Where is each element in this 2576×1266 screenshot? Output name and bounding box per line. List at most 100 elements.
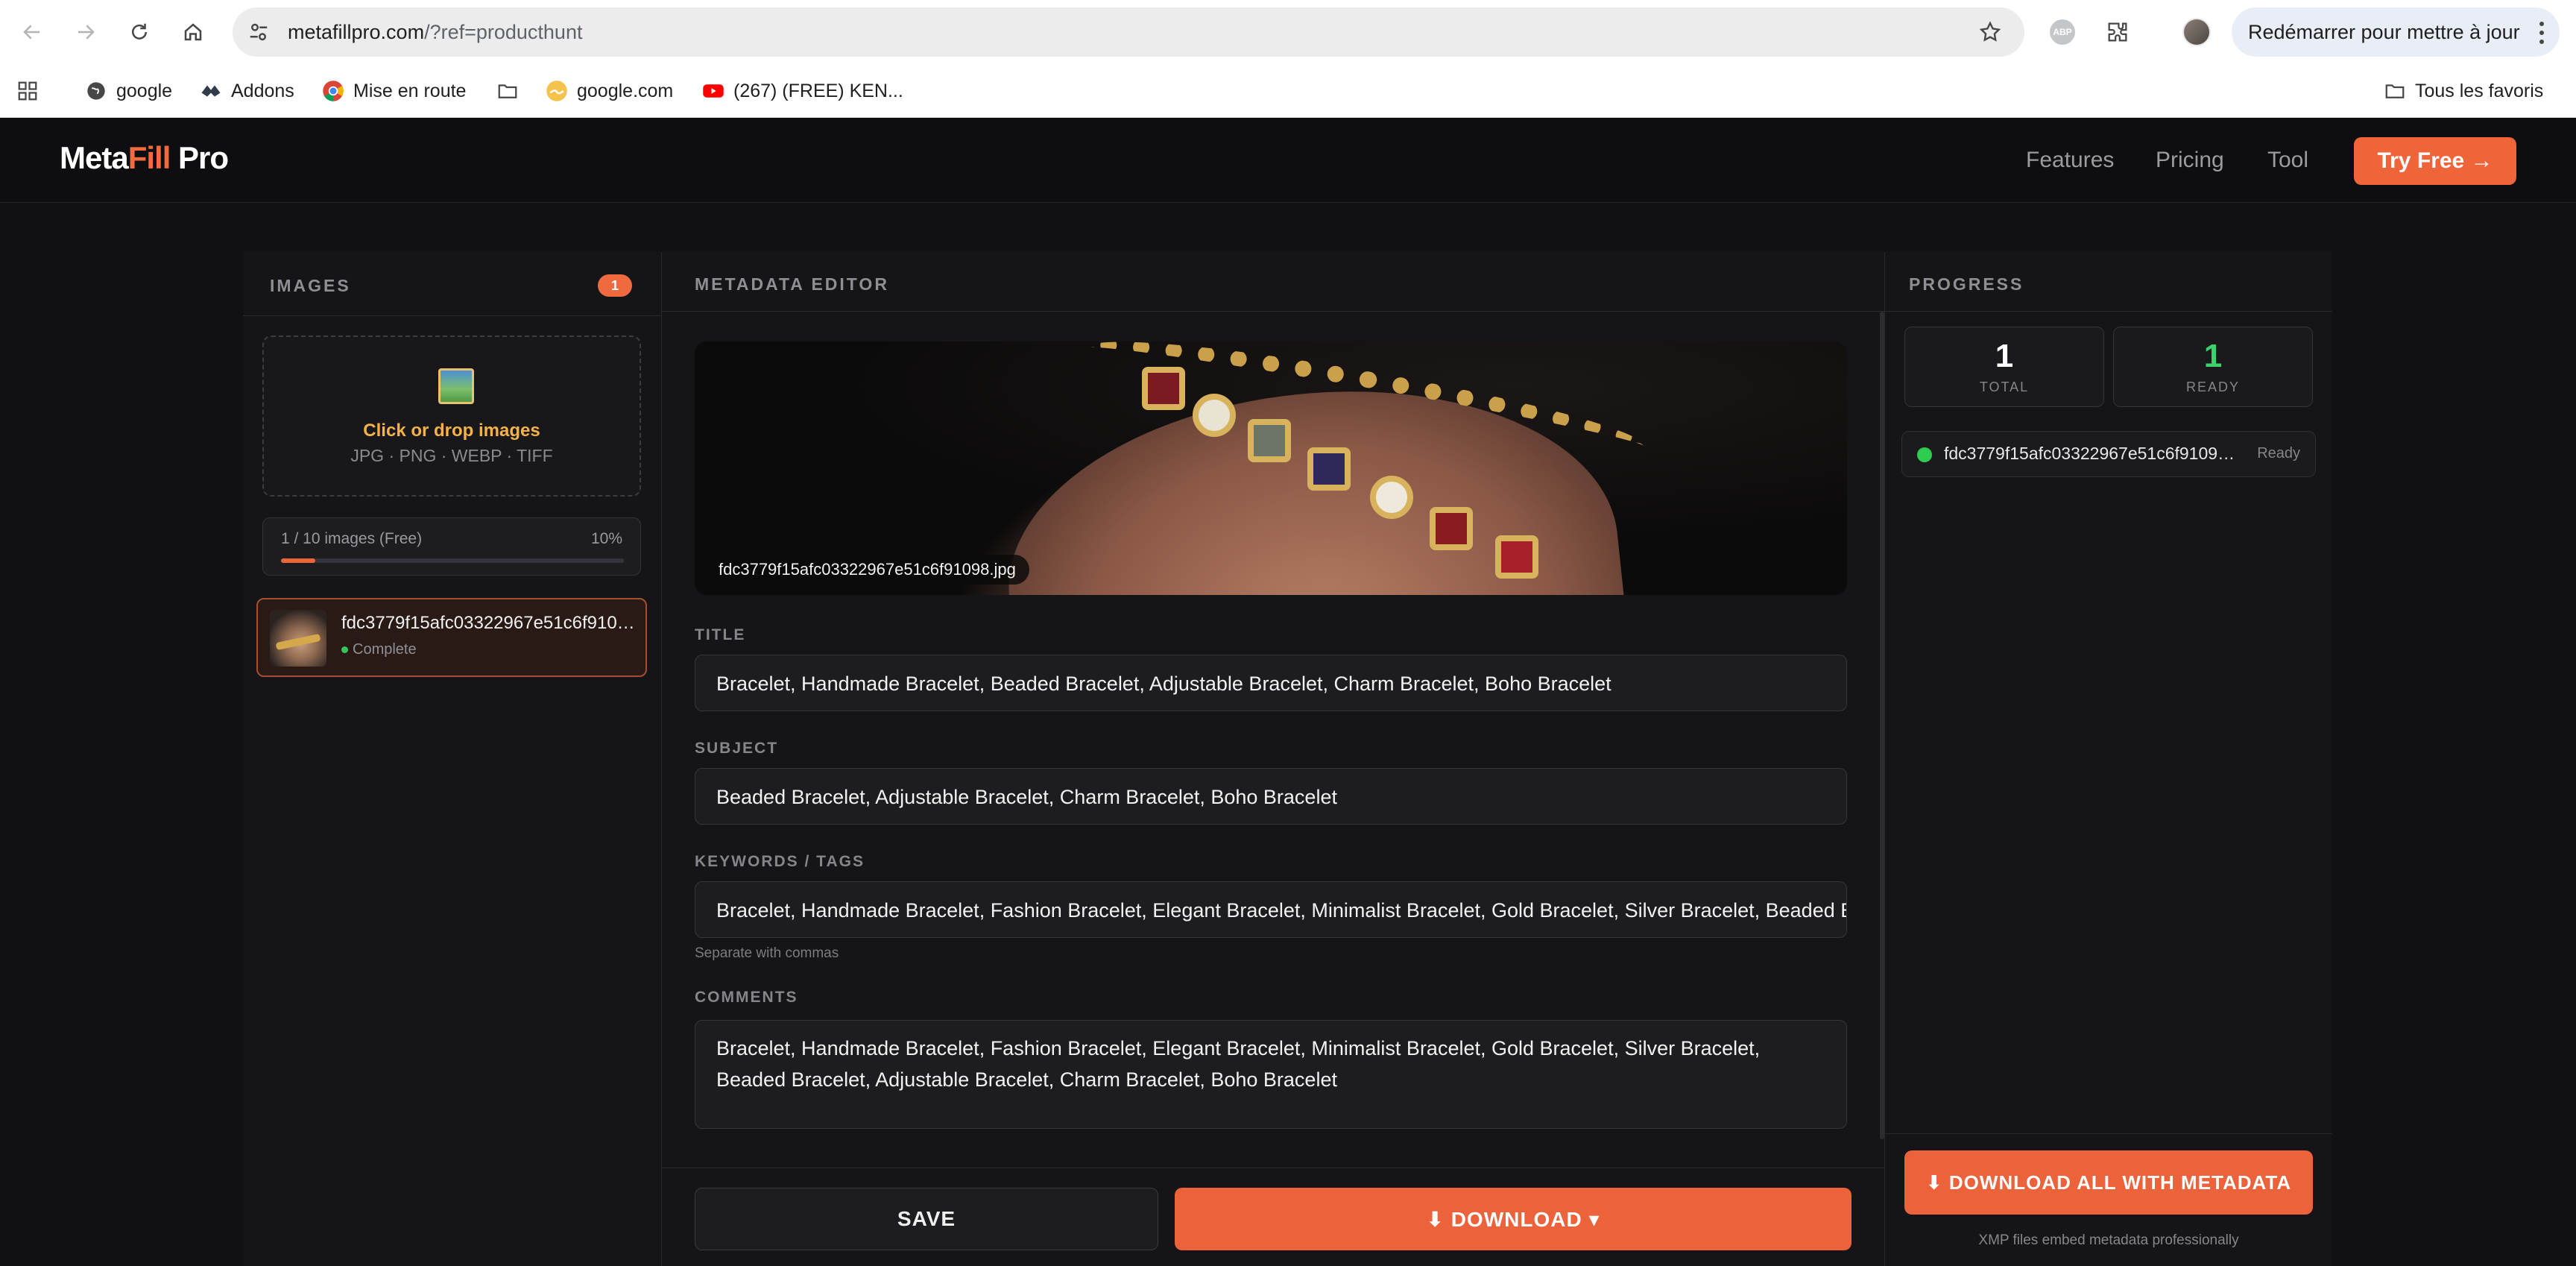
- images-panel-header: IMAGES 1: [243, 252, 662, 316]
- images-panel: IMAGES 1 Click or drop images JPG · PNG …: [243, 252, 662, 1266]
- bookmark-google[interactable]: google: [85, 76, 172, 106]
- picture-icon: [438, 368, 474, 404]
- avatar: [2182, 18, 2211, 46]
- dropzone-formats: JPG · PNG · WEBP · TIFF: [350, 446, 553, 465]
- progress-panel: PROGRESS 1 TOTAL 1 READY fdc3779f15afc03…: [1884, 252, 2332, 1266]
- bookmark-star-icon[interactable]: [1978, 20, 2002, 44]
- preview-gem: [1307, 447, 1351, 491]
- keywords-input[interactable]: Bracelet, Handmade Bracelet, Fashion Bra…: [695, 881, 1847, 938]
- image-dropzone[interactable]: Click or drop images JPG · PNG · WEBP · …: [262, 336, 641, 497]
- ready-stat: 1 READY: [2113, 327, 2313, 407]
- image-count-badge: 1: [598, 274, 632, 297]
- folder-icon: [496, 80, 519, 102]
- progress-state: Ready: [2257, 445, 2300, 462]
- ready-label: READY: [2185, 380, 2240, 394]
- subject-input[interactable]: Beaded Bracelet, Adjustable Bracelet, Ch…: [695, 768, 1847, 825]
- url-domain: metafillpro.com: [288, 21, 425, 43]
- bookmark-label: google.com: [577, 80, 674, 101]
- nav-tool[interactable]: Tool: [2267, 148, 2308, 173]
- bookmark-addons[interactable]: Addons: [200, 76, 294, 106]
- preview-filename: fdc3779f15afc03322967e51c6f91098.jpg: [705, 555, 1029, 585]
- progress-footer: ⬇ DOWNLOAD ALL WITH METADATA XMP files e…: [1885, 1133, 2332, 1266]
- folder-icon: [2384, 80, 2406, 102]
- update-chip[interactable]: Redémarrer pour mettre à jour: [2232, 7, 2560, 57]
- images-panel-title: IMAGES: [270, 276, 351, 295]
- all-bookmarks-label: Tous les favoris: [2415, 80, 2544, 101]
- comments-textarea[interactable]: Bracelet, Handmade Bracelet, Fashion Bra…: [695, 1020, 1847, 1129]
- url-text[interactable]: metafillpro.com/?ref=producthunt: [288, 7, 582, 57]
- bookmark-label: (267) (FREE) KEN...: [733, 80, 903, 101]
- image-preview: fdc3779f15afc03322967e51c6f91098.jpg: [695, 341, 1847, 595]
- subject-label: SUBJECT: [695, 740, 779, 757]
- nav-features[interactable]: Features: [2026, 148, 2114, 173]
- bookmarks-bar: google Addons Mise en route google.com (…: [0, 64, 2576, 118]
- image-thumbnail: [270, 610, 326, 667]
- xmp-note: XMP files embed metadata professionally: [1978, 1232, 2239, 1248]
- apps-button[interactable]: [16, 76, 39, 106]
- home-icon: [184, 23, 202, 41]
- more-menu-icon[interactable]: [2534, 18, 2549, 48]
- quota-track: [281, 558, 624, 563]
- preview-gem: [1495, 535, 1538, 579]
- editor-title: METADATA EDITOR: [695, 274, 889, 294]
- chrome-icon: [322, 80, 344, 102]
- extensions-button[interactable]: [2102, 16, 2133, 48]
- bookmark-google-com[interactable]: google.com: [546, 76, 673, 106]
- total-stat: 1 TOTAL: [1904, 327, 2104, 407]
- site-settings-icon[interactable]: [247, 21, 270, 43]
- keywords-hint: Separate with commas: [695, 945, 839, 961]
- quota-meter: 1 / 10 images (Free) 10%: [262, 517, 641, 576]
- bookmark-folder[interactable]: [496, 76, 528, 106]
- address-bar[interactable]: metafillpro.com/?ref=producthunt: [233, 7, 2024, 57]
- reload-button[interactable]: [121, 13, 158, 51]
- bookmark-youtube[interactable]: (267) (FREE) KEN...: [702, 76, 903, 106]
- try-free-button[interactable]: Try Free →: [2354, 137, 2516, 185]
- url-path: /?ref=producthunt: [424, 21, 583, 43]
- bookmark-mise-en-route[interactable]: Mise en route: [322, 76, 466, 106]
- progress-list-item[interactable]: fdc3779f15afc03322967e51c6f91098.jpg Rea…: [1901, 431, 2316, 477]
- logo[interactable]: MetaFill Pro: [60, 140, 229, 176]
- editor-actions: SAVE ⬇ DOWNLOAD ▾: [662, 1168, 1884, 1266]
- puzzle-icon: [2108, 22, 2127, 42]
- image-status: Complete: [341, 641, 417, 658]
- bookmark-label: Addons: [231, 80, 294, 101]
- total-value: 1: [1995, 338, 2014, 374]
- image-list-item[interactable]: fdc3779f15afc03322967e51c6f91098.jpg Com…: [256, 598, 647, 677]
- quota-fill: [281, 558, 315, 563]
- logo-accent: Fill: [127, 140, 171, 175]
- preview-gem: [1248, 419, 1291, 462]
- all-bookmarks[interactable]: Tous les favoris: [2384, 76, 2543, 106]
- keywords-label: KEYWORDS / TAGS: [695, 853, 865, 870]
- preview-gem: [1142, 367, 1185, 410]
- dropzone-title: Click or drop images: [363, 421, 540, 441]
- reload-icon: [132, 23, 147, 40]
- addons-icon: [200, 80, 222, 102]
- preview-gem: [1430, 507, 1473, 550]
- total-label: TOTAL: [1979, 380, 2030, 394]
- preview-gem: [1370, 476, 1413, 519]
- apps-grid-icon: [18, 81, 37, 101]
- title-input[interactable]: Bracelet, Handmade Bracelet, Beaded Brac…: [695, 655, 1847, 711]
- home-button[interactable]: [174, 13, 212, 51]
- preview-gem: [1193, 394, 1236, 437]
- editor-header: METADATA EDITOR: [662, 252, 1884, 312]
- title-label: TITLE: [695, 626, 746, 643]
- ready-value: 1: [2203, 338, 2223, 374]
- metadata-editor-panel: METADATA EDITOR fdc3779f15afc03322967e51…: [662, 252, 1884, 1266]
- forward-button[interactable]: [67, 13, 104, 51]
- logo-tail: Pro: [170, 140, 229, 175]
- adblock-extension[interactable]: ABP: [2047, 16, 2078, 48]
- save-button[interactable]: SAVE: [695, 1188, 1158, 1250]
- back-button[interactable]: [13, 13, 51, 51]
- youtube-icon: [702, 80, 724, 102]
- bookmark-label: google: [116, 80, 173, 101]
- download-all-button[interactable]: ⬇ DOWNLOAD ALL WITH METADATA: [1904, 1150, 2313, 1215]
- ready-dot-icon: [1917, 447, 1932, 462]
- browser-toolbar: metafillpro.com/?ref=producthunt ABP Red…: [0, 0, 2576, 64]
- progress-file-name: fdc3779f15afc03322967e51c6f91098.jpg: [1944, 444, 2242, 463]
- arrow-right-icon: [78, 25, 95, 40]
- adblock-icon: ABP: [2050, 19, 2075, 45]
- nav-pricing[interactable]: Pricing: [2156, 148, 2224, 173]
- profile-button[interactable]: [2181, 16, 2212, 48]
- download-button[interactable]: ⬇ DOWNLOAD ▾: [1175, 1188, 1852, 1250]
